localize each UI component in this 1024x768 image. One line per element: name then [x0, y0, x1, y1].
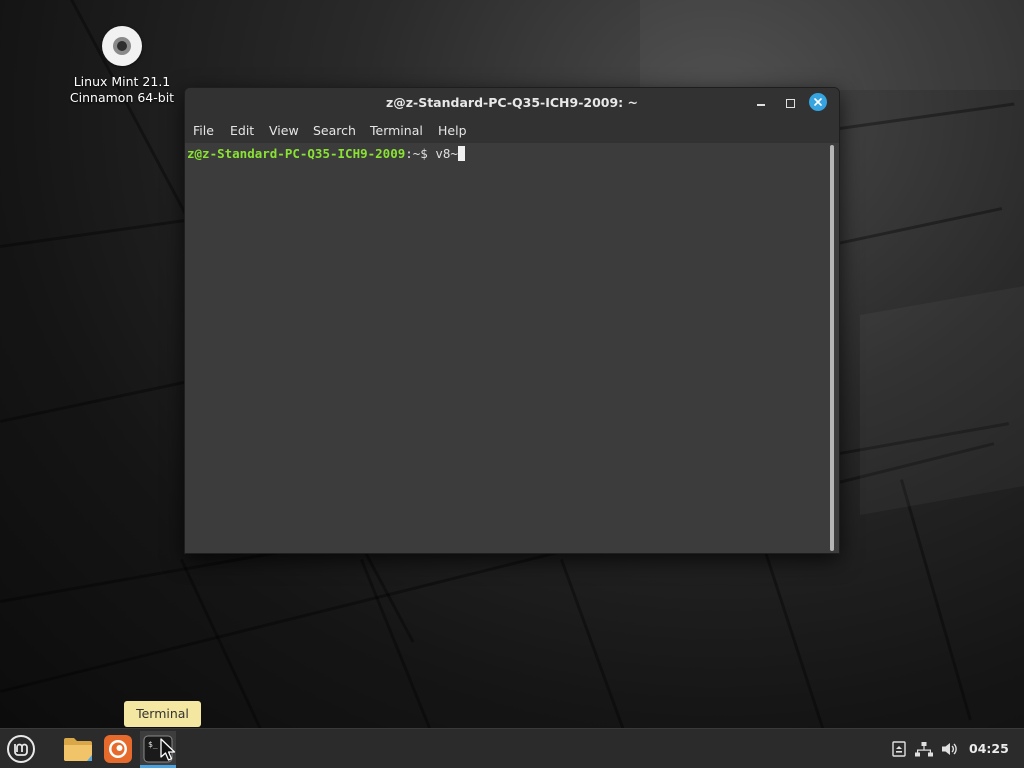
wallpaper-tile-face	[860, 285, 1024, 515]
menu-terminal[interactable]: Terminal	[370, 123, 423, 138]
typed-command: v8~	[435, 146, 458, 161]
close-icon	[814, 98, 822, 106]
firefox-icon	[104, 735, 132, 763]
text-cursor	[457, 146, 465, 161]
desktop-icon-label-line1: Linux Mint 21.1	[73, 74, 171, 89]
firefox-launcher[interactable]	[100, 731, 136, 767]
prompt-line: z@z-Standard-PC-Q35-ICH9-2009:~$ v8~	[187, 146, 465, 161]
wallpaper-tile-face	[640, 0, 1024, 90]
maximize-icon	[785, 98, 795, 108]
maximize-button[interactable]	[780, 93, 800, 113]
files-launcher[interactable]	[60, 731, 96, 767]
tooltip: Terminal	[124, 701, 201, 727]
terminal-content[interactable]: z@z-Standard-PC-Q35-ICH9-2009:~$ v8~	[185, 143, 827, 553]
svg-text:$_: $_	[148, 740, 158, 749]
disc-icon	[102, 26, 142, 66]
network-icon[interactable]	[915, 740, 933, 758]
mouse-pointer-icon	[160, 738, 176, 761]
removable-drive-icon[interactable]	[890, 740, 908, 758]
volume-icon[interactable]	[941, 740, 959, 758]
mint-logo-icon	[7, 735, 35, 763]
menubar: File Edit View Search Terminal Help	[185, 118, 839, 143]
desktop-icon-label-line2: Cinnamon 64-bit	[69, 90, 175, 105]
close-button[interactable]	[809, 93, 827, 111]
mint-menu-button[interactable]	[6, 734, 36, 764]
taskbar: $_ 04:25	[0, 728, 1024, 768]
menu-view[interactable]: View	[269, 123, 299, 138]
wallpaper-tile-edge	[560, 558, 632, 728]
menu-help[interactable]: Help	[438, 123, 467, 138]
prompt-user-host: z@z-Standard-PC-Q35-ICH9-2009	[187, 146, 406, 161]
wallpaper-tile-edge	[900, 479, 972, 721]
scrollbar[interactable]	[828, 145, 836, 551]
minimize-icon	[757, 104, 765, 106]
minimize-button[interactable]	[751, 93, 771, 113]
terminal-window[interactable]: z@z-Standard-PC-Q35-ICH9-2009: ~ File Ed…	[184, 87, 840, 554]
folder-icon	[64, 738, 92, 761]
menu-edit[interactable]: Edit	[230, 123, 254, 138]
window-titlebar[interactable]: z@z-Standard-PC-Q35-ICH9-2009: ~	[185, 88, 839, 118]
desktop-icon-install[interactable]: Linux Mint 21.1 Cinnamon 64-bit	[62, 26, 182, 106]
window-title: z@z-Standard-PC-Q35-ICH9-2009: ~	[385, 95, 639, 110]
scrollbar-thumb[interactable]	[830, 145, 834, 551]
wallpaper-tile-edge	[760, 539, 825, 728]
menu-search[interactable]: Search	[313, 123, 356, 138]
prompt-suffix: :~$	[405, 146, 436, 161]
menu-file[interactable]: File	[193, 123, 214, 138]
clock[interactable]: 04:25	[969, 741, 1009, 756]
